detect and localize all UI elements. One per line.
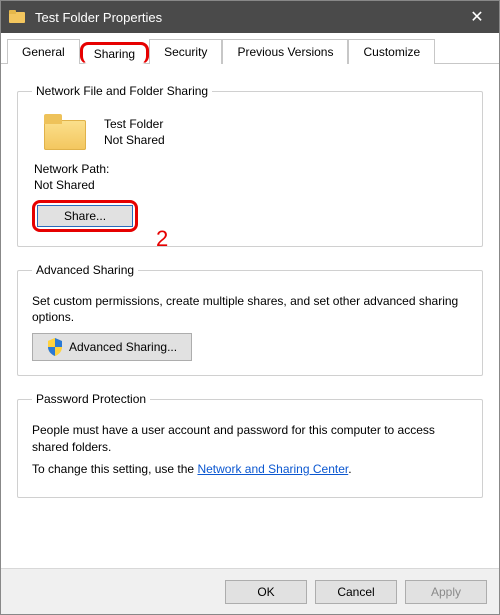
titlebar: Test Folder Properties ✕	[1, 1, 499, 33]
properties-dialog: Test Folder Properties ✕ General Sharing…	[0, 0, 500, 615]
ok-button[interactable]: OK	[225, 580, 307, 604]
password-change-prefix: To change this setting, use the	[32, 462, 197, 476]
password-protection-change: To change this setting, use the Network …	[32, 461, 468, 477]
tab-customize[interactable]: Customize	[348, 39, 435, 64]
network-sharing-legend: Network File and Folder Sharing	[32, 84, 212, 98]
network-path-value: Not Shared	[34, 178, 468, 192]
network-path-label: Network Path:	[34, 162, 468, 176]
network-sharing-center-link[interactable]: Network and Sharing Center	[197, 462, 348, 476]
tab-sharing[interactable]: Sharing	[80, 42, 149, 64]
folder-share-info: Test Folder Not Shared	[104, 116, 165, 148]
tab-general[interactable]: General	[7, 39, 80, 64]
folder-name: Test Folder	[104, 116, 165, 132]
tab-previous-versions[interactable]: Previous Versions	[222, 39, 348, 64]
password-protection-group: Password Protection People must have a u…	[17, 392, 483, 498]
window-title: Test Folder Properties	[35, 10, 455, 25]
advanced-sharing-group: Advanced Sharing Set custom permissions,…	[17, 263, 483, 376]
folder-large-icon	[42, 112, 88, 152]
shield-icon	[47, 338, 63, 356]
advanced-sharing-button-label: Advanced Sharing...	[69, 340, 177, 354]
share-button-highlight: Share...	[32, 200, 138, 232]
tab-bar: General Sharing Security Previous Versio…	[1, 33, 499, 64]
password-change-suffix: .	[348, 462, 351, 476]
advanced-sharing-legend: Advanced Sharing	[32, 263, 138, 277]
share-button[interactable]: Share...	[37, 205, 133, 227]
advanced-sharing-button[interactable]: Advanced Sharing...	[32, 333, 192, 361]
password-protection-desc: People must have a user account and pass…	[32, 422, 468, 454]
cancel-button[interactable]: Cancel	[315, 580, 397, 604]
tab-content: Network File and Folder Sharing Test Fol…	[1, 64, 499, 498]
folder-share-row: Test Folder Not Shared	[42, 112, 468, 152]
folder-icon	[9, 10, 25, 24]
network-sharing-group: Network File and Folder Sharing Test Fol…	[17, 84, 483, 247]
apply-button[interactable]: Apply	[405, 580, 487, 604]
advanced-sharing-desc: Set custom permissions, create multiple …	[32, 293, 468, 325]
password-protection-legend: Password Protection	[32, 392, 150, 406]
close-button[interactable]: ✕	[455, 1, 499, 33]
tab-security[interactable]: Security	[149, 39, 222, 64]
dialog-footer: OK Cancel Apply	[1, 568, 499, 614]
share-status: Not Shared	[104, 132, 165, 148]
close-icon: ✕	[470, 7, 483, 27]
